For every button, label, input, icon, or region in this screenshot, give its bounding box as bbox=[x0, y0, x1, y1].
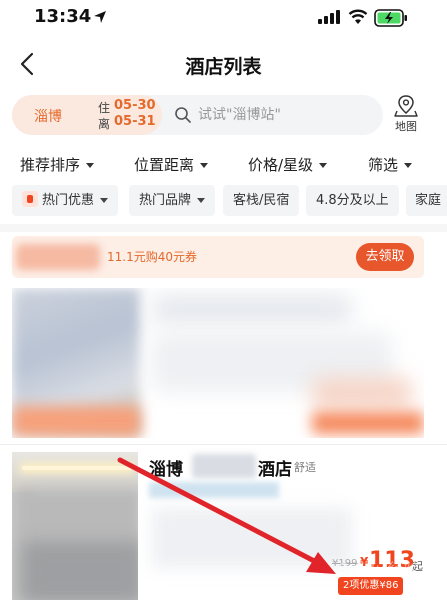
map-button[interactable]: 地图 bbox=[388, 94, 424, 136]
filter-price-star-label: 价格/星级 bbox=[248, 156, 314, 174]
chip-inn-homestay-label: 客栈/民宿 bbox=[233, 193, 290, 208]
red-envelope-icon bbox=[22, 191, 38, 207]
filter-bar: 推荐排序 位置距离 价格/星级 筛选 bbox=[0, 150, 447, 178]
section-divider bbox=[0, 224, 447, 232]
hotel-info-blurred bbox=[152, 294, 352, 324]
ceiling-light bbox=[22, 466, 132, 470]
search-icon bbox=[175, 107, 191, 123]
hotel-name-suffix: 酒店 bbox=[258, 460, 292, 480]
hotel-score-blurred bbox=[149, 482, 279, 498]
check-in-date[interactable]: 05-30 bbox=[114, 98, 156, 113]
caret-down-icon bbox=[86, 163, 95, 168]
promo-badge[interactable]: 2项优惠¥86 bbox=[338, 577, 404, 595]
hotel-name-blurred bbox=[192, 454, 256, 478]
caret-down-icon bbox=[197, 198, 206, 203]
filter-sort[interactable]: 推荐排序 bbox=[20, 154, 95, 175]
hotel-category-tag: 舒适 bbox=[294, 461, 316, 474]
coupon-text: 11.1元购40元券 bbox=[107, 250, 197, 264]
check-out-label: 离 bbox=[98, 117, 111, 131]
baidu-watermark: Baidu经验 bbox=[338, 560, 418, 578]
filter-distance[interactable]: 位置距离 bbox=[134, 154, 209, 175]
coupon-blurred-badge bbox=[16, 244, 100, 270]
chip-hot-brands-label: 热门品牌 bbox=[139, 193, 192, 208]
chip-hot-brands[interactable]: 热门品牌 bbox=[129, 185, 216, 216]
navigation-bar: 酒店列表 bbox=[0, 40, 447, 88]
hotel-room-image bbox=[12, 452, 138, 600]
card-separator bbox=[0, 444, 447, 445]
filter-sort-label: 推荐排序 bbox=[20, 156, 81, 174]
caret-down-icon bbox=[200, 163, 209, 168]
filter-distance-label: 位置距离 bbox=[134, 156, 195, 174]
check-in-label: 住 bbox=[98, 101, 111, 115]
filter-price-star[interactable]: 价格/星级 bbox=[248, 154, 328, 175]
image-badge-blurred bbox=[12, 406, 140, 436]
wifi-icon bbox=[348, 9, 368, 24]
map-pin-icon bbox=[394, 95, 418, 117]
signal-icon bbox=[318, 10, 340, 24]
caret-down-icon bbox=[404, 163, 413, 168]
filter-more-label: 筛选 bbox=[368, 156, 399, 174]
chip-rating-label: 4.8分及以上 bbox=[316, 193, 389, 208]
map-label: 地图 bbox=[395, 120, 417, 133]
city-name[interactable]: 淄博 bbox=[34, 106, 62, 126]
chip-family-label: 家庭 bbox=[415, 193, 442, 208]
chip-rating-4-8[interactable]: 4.8分及以上 bbox=[306, 185, 399, 216]
price-tag-blurred bbox=[312, 412, 424, 434]
chip-family[interactable]: 家庭 bbox=[406, 185, 447, 216]
page-title: 酒店列表 bbox=[185, 56, 262, 78]
claim-coupon-button[interactable]: 去领取 bbox=[356, 243, 414, 271]
chip-hot-deals[interactable]: 热门优惠 bbox=[12, 185, 119, 216]
filter-more[interactable]: 筛选 bbox=[368, 154, 413, 175]
image-blurred-area bbox=[22, 542, 138, 600]
caret-down-icon bbox=[100, 198, 109, 203]
search-bar: 淄博 住 05-30 离 05-31 bbox=[12, 95, 383, 135]
caret-down-icon bbox=[319, 163, 328, 168]
hotel-card-blurred[interactable] bbox=[12, 288, 424, 438]
hotel-info-blurred bbox=[312, 378, 412, 408]
hotel-name-prefix: 淄博 bbox=[149, 460, 183, 480]
city-date-selector[interactable]: 淄博 住 05-30 离 05-31 bbox=[12, 95, 162, 135]
status-time: 13:34 bbox=[34, 6, 92, 27]
status-bar: 13:34 bbox=[0, 0, 447, 36]
battery-charging-icon bbox=[374, 9, 407, 27]
check-out-date[interactable]: 05-31 bbox=[114, 114, 156, 129]
coupon-banner: 11.1元购40元券 去领取 bbox=[12, 236, 424, 278]
hotel-details-blurred bbox=[152, 508, 352, 568]
hotel-card[interactable]: 淄博 酒店 舒适 ¥199 ¥ 113 起 Baidu经验 2项优惠¥86 bbox=[12, 452, 424, 604]
ceiling-area bbox=[12, 452, 138, 492]
location-arrow-icon bbox=[94, 11, 106, 23]
chip-hot-deals-label: 热门优惠 bbox=[42, 193, 95, 208]
search-input[interactable] bbox=[198, 103, 368, 127]
chip-inn-homestay[interactable]: 客栈/民宿 bbox=[223, 185, 300, 216]
